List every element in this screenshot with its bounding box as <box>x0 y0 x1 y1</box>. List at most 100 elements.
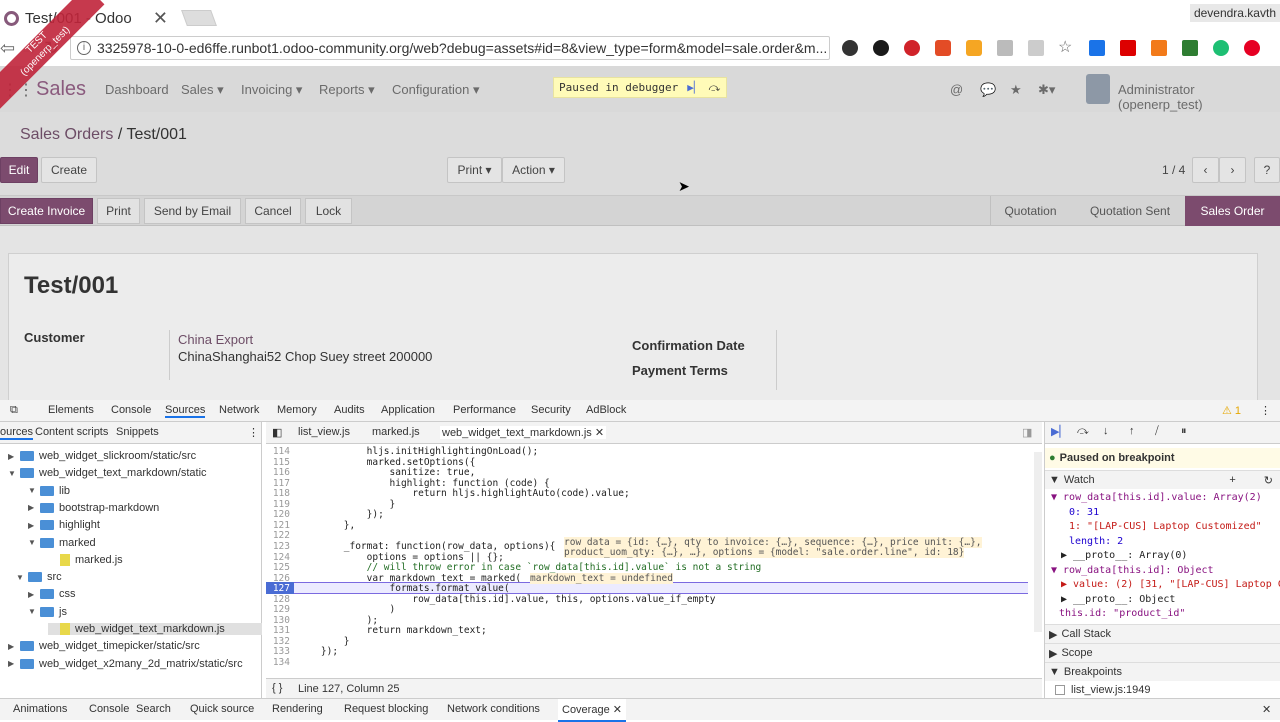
menu-sales[interactable]: Sales ▾ <box>181 82 224 98</box>
customer-link[interactable]: China Export <box>178 332 253 347</box>
drawer-tab-request-blocking[interactable]: Request blocking <box>344 703 428 715</box>
line-number[interactable]: 121 <box>266 520 290 531</box>
tree-arrow-icon[interactable]: ▼ <box>28 538 40 547</box>
extension-icon[interactable] <box>873 40 889 56</box>
pager-value[interactable]: 1 / 4 <box>1162 163 1185 177</box>
toggle-debugger-icon[interactable]: ◨ <box>1022 426 1032 439</box>
tab-sources[interactable]: Sources <box>165 404 206 418</box>
app-brand[interactable]: Sales <box>36 78 86 101</box>
tree-arrow-icon[interactable]: ▼ <box>16 573 28 582</box>
line-number[interactable]: 119 <box>266 499 290 510</box>
line-number[interactable]: 118 <box>266 488 290 499</box>
pager-previous-icon[interactable]: ‹ <box>1192 157 1219 183</box>
file-tree-item[interactable]: ▼ marked <box>28 537 96 549</box>
lock-button[interactable]: Lock <box>305 198 352 224</box>
tree-arrow-icon[interactable]: ▶ <box>8 659 20 668</box>
tree-arrow-icon[interactable]: ▶ <box>28 590 40 599</box>
tree-arrow-icon[interactable]: ▼ <box>8 469 20 478</box>
warning-count[interactable]: ⚠ 1 <box>1222 404 1241 417</box>
line-number[interactable]: 115 <box>266 457 290 468</box>
line-number[interactable]: 133 <box>266 646 290 657</box>
stage-sales-order[interactable]: Sales Order <box>1185 196 1280 226</box>
refresh-icon[interactable]: ↻ <box>1264 474 1273 487</box>
stage-quotation[interactable]: Quotation <box>990 196 1070 226</box>
print-dropdown[interactable]: Print ▾ <box>447 157 502 183</box>
file-tree-item[interactable]: web_widget_text_markdown.js <box>48 623 262 635</box>
create-button[interactable]: Create <box>41 157 97 183</box>
navigator-tab-snippets[interactable]: Snippets <box>116 426 159 438</box>
editor-tab-marked[interactable]: marked.js <box>372 426 420 438</box>
file-tree-item[interactable]: ▼ lib <box>28 485 70 497</box>
drawer-tab-search[interactable]: Search <box>136 703 171 715</box>
url-input[interactable]: i 3325978-10-0-ed6ffe.runbot1.odoo-commu… <box>70 36 830 60</box>
at-icon[interactable]: @ <box>950 82 963 97</box>
tab-performance[interactable]: Performance <box>453 404 516 416</box>
drawer-tab-console[interactable]: Console <box>89 703 129 715</box>
bookmark-star-icon[interactable]: ☆ <box>1058 36 1072 60</box>
file-tree-item[interactable]: ▶ highlight <box>28 519 100 531</box>
drawer-tab-coverage[interactable]: Coverage ✕ <box>558 699 626 722</box>
tab-application[interactable]: Application <box>381 404 435 416</box>
step-over-icon[interactable]: ⤼ <box>708 81 720 95</box>
scrollbar[interactable] <box>1034 452 1042 632</box>
line-number[interactable]: 125 <box>266 562 290 573</box>
cancel-button[interactable]: Cancel <box>245 198 301 224</box>
line-number[interactable]: 131 <box>266 625 290 636</box>
breadcrumb-parent[interactable]: Sales Orders <box>4 126 113 143</box>
line-number[interactable]: 127 <box>266 583 290 594</box>
editor-tab-list-view[interactable]: list_view.js <box>298 426 350 438</box>
avatar[interactable] <box>1086 74 1110 104</box>
extension-icon[interactable] <box>1182 40 1198 56</box>
tree-arrow-icon[interactable]: ▶ <box>8 452 20 461</box>
watch-expression[interactable]: 1: "[LAP-CUS] Laptop Customized" <box>1069 521 1262 532</box>
line-number[interactable]: 123 <box>266 541 290 552</box>
breakpoint-checkbox[interactable] <box>1055 685 1065 695</box>
file-tree-item[interactable]: ▼ web_widget_text_markdown/static <box>8 467 207 479</box>
new-tab-button[interactable] <box>181 10 217 26</box>
line-number[interactable]: 129 <box>266 604 290 615</box>
watch-expression[interactable]: ▶ value: (2) [31, "[LAP-CUS] Laptop Cus <box>1061 579 1280 590</box>
drawer-tab-network-conditions[interactable]: Network conditions <box>447 703 540 715</box>
crx-icon[interactable] <box>1028 40 1044 56</box>
line-number[interactable]: 114 <box>266 446 290 457</box>
info-icon[interactable]: i <box>77 41 91 55</box>
menu-invoicing[interactable]: Invoicing ▾ <box>241 82 302 98</box>
watch-expression[interactable]: this.id: "product_id" <box>1059 608 1185 619</box>
pause-on-exceptions-icon[interactable]: ⏸ <box>1181 425 1187 438</box>
star-icon[interactable]: ★ <box>1010 82 1022 98</box>
pager-next-icon[interactable]: › <box>1219 157 1246 183</box>
close-drawer-icon[interactable]: ✕ <box>1262 703 1271 716</box>
line-number[interactable]: 124 <box>266 552 290 563</box>
line-number[interactable]: 128 <box>266 594 290 605</box>
create-invoice-button[interactable]: Create Invoice <box>0 198 93 224</box>
file-tree-item[interactable]: ▶ css <box>28 588 76 600</box>
line-number[interactable]: 130 <box>266 615 290 626</box>
file-tree-item[interactable]: ▶ web_widget_x2many_2d_matrix/static/src <box>8 658 243 670</box>
print-button[interactable]: Print <box>97 198 140 224</box>
navigator-tab-content-scripts[interactable]: Content scripts <box>35 426 108 438</box>
pinterest-icon[interactable] <box>1244 40 1260 56</box>
tree-arrow-icon[interactable]: ▶ <box>28 521 40 530</box>
call-stack-header[interactable]: ▶ Call Stack <box>1045 624 1280 643</box>
watch-expression[interactable]: 0: 31 <box>1069 507 1099 518</box>
opera-icon[interactable] <box>904 40 920 56</box>
code-view[interactable]: 114 hljs.initHighlightingOnLoad(); 115 ma… <box>266 446 1034 696</box>
chat-icon[interactable]: 💬 <box>980 82 996 98</box>
file-tree-item[interactable]: ▶ web_widget_timepicker/static/src <box>8 640 200 652</box>
file-tree-item[interactable]: ▼ src <box>16 571 62 583</box>
stage-quotation-sent[interactable]: Quotation Sent <box>1075 196 1185 226</box>
profile-name[interactable]: devendra.kavth <box>1189 4 1280 22</box>
toggle-navigator-icon[interactable]: ◧ <box>272 426 282 439</box>
line-number[interactable]: 134 <box>266 657 290 668</box>
watch-expression[interactable]: ▶ __proto__: Object <box>1061 594 1175 605</box>
deactivate-breakpoints-icon[interactable]: ⧸ <box>1155 425 1159 438</box>
scope-header[interactable]: ▶ Scope <box>1045 643 1280 662</box>
help-icon[interactable]: ? <box>1254 157 1280 183</box>
edit-button[interactable]: Edit <box>0 157 38 183</box>
drawer-tab-rendering[interactable]: Rendering <box>272 703 323 715</box>
step-over-icon[interactable]: ⤼ <box>1077 425 1089 438</box>
tree-arrow-icon[interactable]: ▶ <box>8 642 20 651</box>
watch-expression[interactable]: ▼ row_data[this.id]: Object <box>1051 565 1214 576</box>
step-into-icon[interactable]: ↓ <box>1103 425 1109 437</box>
file-tree-item[interactable]: ▶ web_widget_slickroom/static/src <box>8 450 196 462</box>
